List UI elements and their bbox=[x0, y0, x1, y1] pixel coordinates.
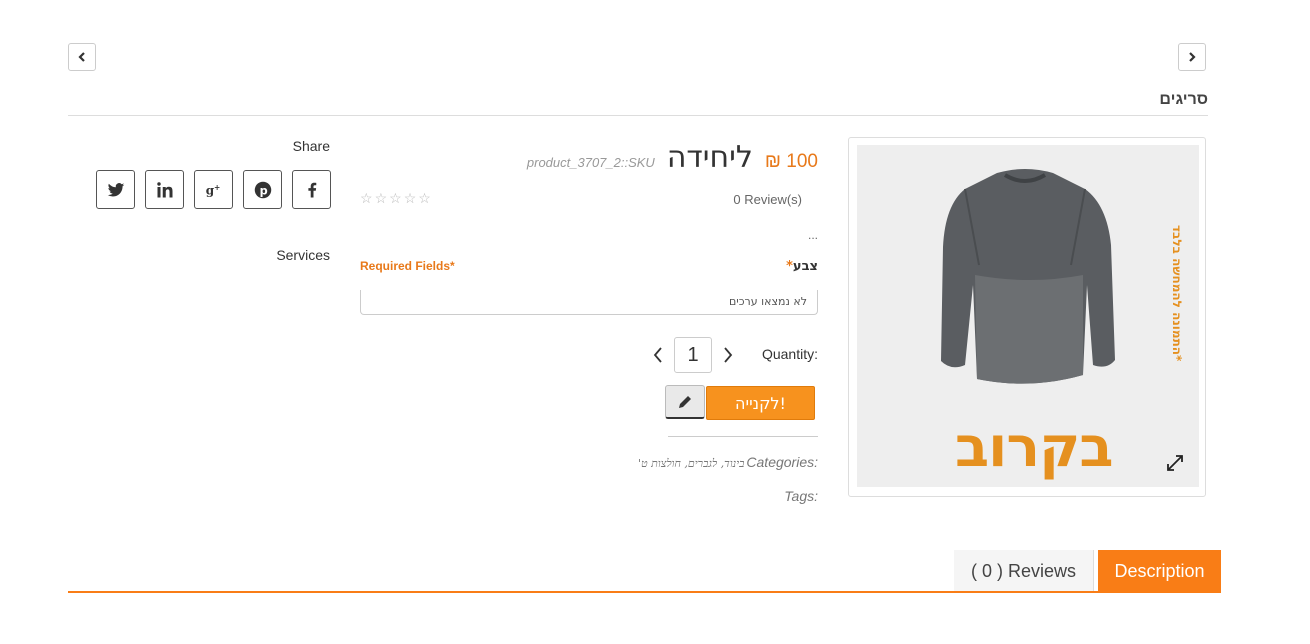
image-disclaimer: *התמונה להמחשה בלבד bbox=[1170, 225, 1184, 362]
twitter-share-button[interactable] bbox=[96, 170, 135, 209]
required-fields-note: Required Fields* bbox=[360, 259, 455, 273]
product-unit-label: ליחידה bbox=[666, 140, 753, 175]
quantity-input[interactable] bbox=[674, 337, 712, 373]
services-label: Services bbox=[276, 247, 330, 263]
star-icon[interactable]: ☆ bbox=[389, 190, 402, 206]
facebook-icon bbox=[307, 182, 316, 197]
image-overlay-text: בקרוב bbox=[955, 415, 1113, 480]
title-divider bbox=[68, 115, 1208, 116]
color-label-text: צבע bbox=[792, 259, 818, 274]
rating-stars[interactable]: ☆ ☆ ☆ ☆ ☆ bbox=[360, 190, 431, 206]
categories-label: Categories: bbox=[746, 454, 818, 470]
linkedin-share-button[interactable] bbox=[145, 170, 184, 209]
quantity-increase-button[interactable] bbox=[720, 345, 736, 365]
buy-button[interactable]: לקנייה! bbox=[706, 386, 815, 420]
color-select[interactable]: לא נמצאו ערכים bbox=[360, 290, 818, 315]
pencil-icon bbox=[679, 395, 691, 408]
chevron-left-icon bbox=[78, 52, 85, 62]
tab-description[interactable]: Description bbox=[1098, 550, 1221, 592]
pinterest-icon: p bbox=[254, 181, 271, 198]
svg-text:+: + bbox=[214, 183, 220, 192]
pinterest-share-button[interactable]: p bbox=[243, 170, 282, 209]
short-description: ... bbox=[807, 228, 818, 242]
facebook-share-button[interactable] bbox=[292, 170, 331, 209]
google-plus-share-button[interactable]: g + bbox=[194, 170, 233, 209]
next-product-button[interactable] bbox=[1178, 43, 1206, 71]
chevron-right-icon bbox=[724, 347, 733, 363]
tab-reviews[interactable]: ( 0 ) Reviews bbox=[954, 550, 1094, 592]
linkedin-icon bbox=[156, 181, 172, 197]
star-icon[interactable]: ☆ bbox=[360, 190, 373, 206]
quantity-stepper bbox=[650, 337, 736, 373]
star-icon[interactable]: ☆ bbox=[404, 190, 417, 206]
categories-values[interactable]: בינוד, לגברים, חולצות ט' bbox=[638, 457, 744, 470]
expand-icon[interactable] bbox=[1165, 453, 1185, 473]
reviews-count[interactable]: 0 Review(s) bbox=[733, 192, 802, 207]
google-plus-icon: g + bbox=[205, 183, 220, 198]
meta-divider bbox=[668, 436, 818, 437]
product-sku: product_3707_2::SKU bbox=[526, 155, 655, 170]
svg-text:p: p bbox=[259, 184, 267, 197]
tabs-underline bbox=[68, 591, 1221, 593]
edit-button[interactable] bbox=[665, 385, 705, 419]
prev-product-button[interactable] bbox=[68, 43, 96, 71]
star-icon[interactable]: ☆ bbox=[418, 190, 431, 206]
color-option-label: צבע* bbox=[786, 259, 818, 274]
share-buttons: g + p bbox=[96, 170, 331, 209]
required-marker: * bbox=[786, 259, 793, 274]
product-price: 100 ₪ bbox=[764, 151, 818, 172]
categories-row: בינוד, לגברים, חולצות ט' Categories: bbox=[638, 454, 818, 470]
price-line: 100 ₪ ליחידה product_3707_2::SKU bbox=[527, 140, 818, 175]
twitter-icon bbox=[107, 182, 124, 196]
tags-label: Tags: bbox=[784, 488, 818, 504]
shirt-image bbox=[941, 169, 1115, 384]
chevron-left-icon bbox=[653, 347, 662, 363]
share-label: Share bbox=[292, 138, 330, 154]
star-icon[interactable]: ☆ bbox=[375, 190, 388, 206]
chevron-right-icon bbox=[1189, 52, 1196, 62]
quantity-decrease-button[interactable] bbox=[650, 345, 666, 365]
quantity-label: Quantity: bbox=[761, 346, 818, 362]
category-title: סריגים bbox=[1159, 91, 1208, 108]
